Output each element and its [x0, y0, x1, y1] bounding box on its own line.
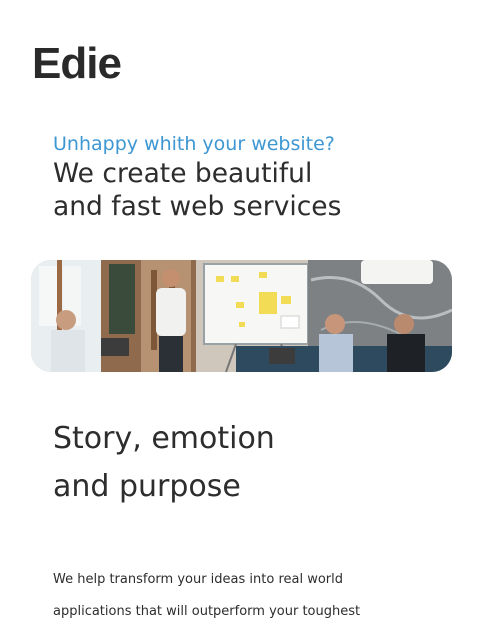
hero-eyebrow: Unhappy whith your website? — [53, 133, 335, 155]
hero-title-line-1: We create beautiful — [53, 158, 313, 189]
story-body: We help transform your ideas into real w… — [53, 564, 453, 628]
story-title-line-1: Story, emotion — [53, 421, 275, 456]
story-body-line-2: applications that will outperform your t… — [53, 604, 361, 619]
brand-logo[interactable]: Edie — [32, 38, 122, 90]
story-body-line-1: We help transform your ideas into real w… — [53, 572, 344, 587]
story-title: Story, emotion and purpose — [53, 415, 275, 511]
hero-title: We create beautiful and fast web service… — [53, 157, 433, 223]
story-title-line-2: and purpose — [53, 469, 241, 504]
hero-team-photo — [31, 260, 452, 372]
hero-title-line-2: and fast web services — [53, 191, 342, 222]
